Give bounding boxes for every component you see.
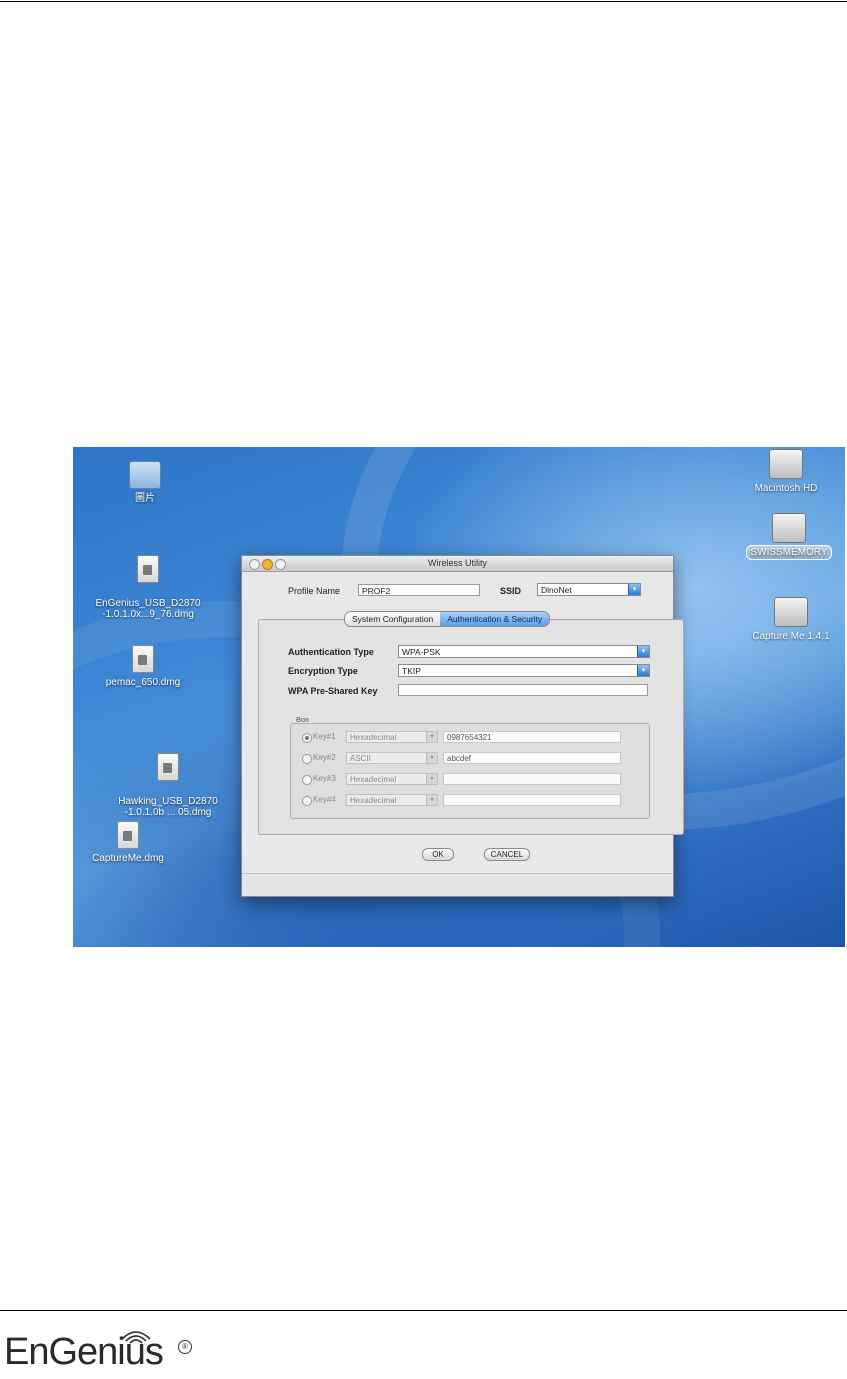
desktop-icon-pictures-folder[interactable]: 圖片 bbox=[125, 461, 165, 504]
desktop-icon-hawking-dmg[interactable]: Hawking_USB_D2870 -1.0.1.0b ... 05.dmg bbox=[103, 742, 233, 818]
wep-key-row-2: Key#2 ASCII ▾ abcdef bbox=[302, 752, 632, 766]
psk-field[interactable] bbox=[398, 684, 648, 696]
disk-image-icon bbox=[132, 645, 154, 673]
chevron-down-icon: ▾ bbox=[426, 753, 437, 763]
tab-bar: System Configuration Authentication & Se… bbox=[344, 611, 551, 627]
key-format-value: Hexadecimal bbox=[350, 775, 397, 784]
key-format-value: Hexadecimal bbox=[350, 796, 397, 805]
mac-desktop-screenshot: 圖片 EnGenius_USB_D2870 -1.0.1.0x...9_76.d… bbox=[73, 447, 845, 947]
wep-key-row-1: Key#1 Hexadecimal ▾ 0987654321 bbox=[302, 731, 632, 745]
chevron-down-icon: ▾ bbox=[426, 795, 437, 805]
key-radio-button[interactable] bbox=[302, 733, 312, 743]
desktop-icon-captureme-dmg[interactable]: CaptureMe.dmg bbox=[78, 821, 178, 864]
key-value-field[interactable]: 0987654321 bbox=[443, 731, 621, 743]
psk-label: WPA Pre-Shared Key bbox=[288, 686, 378, 696]
key-value-field[interactable] bbox=[443, 773, 621, 785]
profile-name-field[interactable]: PROF2 bbox=[358, 584, 480, 596]
desktop-icon-label: CaptureMe.dmg bbox=[92, 853, 164, 864]
key-format-dropdown[interactable]: Hexadecimal ▾ bbox=[346, 731, 438, 743]
desktop-icon-label: EnGenius_USB_D2870 -1.0.1.0x...9_76.dmg bbox=[95, 598, 201, 620]
key-name: Key#3 bbox=[313, 774, 336, 783]
key-radio-button[interactable] bbox=[302, 796, 312, 806]
key-radio-button[interactable] bbox=[302, 775, 312, 785]
desktop-icon-label: Capture Me 1.4.1 bbox=[752, 631, 830, 642]
wep-key-row-3: Key#3 Hexadecimal ▾ bbox=[302, 773, 632, 787]
window-titlebar[interactable]: Wireless Utility bbox=[242, 556, 673, 572]
desktop-icon-pemac-dmg[interactable]: pemac_650.dmg bbox=[93, 645, 193, 688]
registered-mark: ® bbox=[178, 1340, 192, 1354]
zoom-window-button[interactable] bbox=[275, 559, 286, 570]
desktop-icon-label: 圖片 bbox=[135, 493, 155, 504]
cancel-button[interactable]: CANCEL bbox=[484, 848, 530, 861]
key-format-dropdown[interactable]: Hexadecimal ▾ bbox=[346, 773, 438, 785]
tab-system-configuration[interactable]: System Configuration bbox=[345, 612, 441, 626]
profile-name-label: Profile Name bbox=[288, 586, 341, 596]
mounted-volume-icon bbox=[774, 597, 808, 627]
usb-drive-icon bbox=[772, 513, 806, 543]
key-radio-button[interactable] bbox=[302, 754, 312, 764]
key-format-dropdown[interactable]: ASCII ▾ bbox=[346, 752, 438, 764]
footer-rule bbox=[0, 1310, 847, 1311]
disk-image-icon bbox=[157, 753, 179, 781]
desktop-icon-label: pemac_650.dmg bbox=[105, 677, 181, 688]
desktop-icon-label: Hawking_USB_D2870 -1.0.1.0b ... 05.dmg bbox=[118, 796, 218, 818]
encryption-type-label: Encryption Type bbox=[288, 666, 358, 676]
key-name: Key#2 bbox=[313, 753, 336, 762]
ssid-label: SSID bbox=[500, 586, 522, 596]
chevron-down-icon: ▾ bbox=[426, 732, 437, 742]
folder-icon bbox=[129, 461, 161, 489]
key-format-value: ASCII bbox=[350, 754, 371, 763]
auth-type-dropdown[interactable]: WPA-PSK ▾ bbox=[398, 645, 650, 658]
top-rule bbox=[0, 1, 847, 2]
encryption-type-dropdown[interactable]: TKIP ▾ bbox=[398, 664, 650, 677]
wep-key-row-4: Key#4 Hexadecimal ▾ bbox=[302, 794, 632, 808]
tab-authentication-security[interactable]: Authentication & Security bbox=[440, 612, 550, 626]
chevron-down-icon: ▾ bbox=[637, 646, 649, 657]
desktop-icon-capture-me-volume[interactable]: Capture Me 1.4.1 bbox=[741, 597, 841, 642]
desktop-icon-engenius-dmg[interactable]: EnGenius_USB_D2870 -1.0.1.0x...9_76.dmg bbox=[83, 544, 213, 620]
auth-type-value: WPA-PSK bbox=[402, 647, 441, 657]
ssid-value: DlnoNet bbox=[541, 585, 572, 595]
chevron-down-icon: ▾ bbox=[637, 665, 649, 676]
desktop-icon-label: SWISSMEMORY bbox=[746, 545, 832, 560]
hard-drive-icon bbox=[769, 449, 803, 479]
ok-button[interactable]: OK bbox=[422, 848, 454, 861]
window-bottom-strip bbox=[242, 873, 673, 896]
key-format-value: Hexadecimal bbox=[350, 733, 397, 742]
desktop-icon-swissmemory[interactable]: SWISSMEMORY bbox=[741, 513, 837, 560]
engenius-logo: EnGenius bbox=[4, 1331, 164, 1373]
wireless-utility-window: Wireless Utility Profile Name PROF2 SSID… bbox=[241, 555, 684, 897]
window-title: Wireless Utility bbox=[427, 558, 487, 568]
key-value-field[interactable]: abcdef bbox=[443, 752, 621, 764]
disk-image-icon bbox=[137, 555, 159, 583]
encryption-type-value: TKIP bbox=[402, 666, 421, 676]
desktop-icon-macintosh-hd[interactable]: Macintosh HD bbox=[741, 449, 831, 494]
auth-type-label: Authentication Type bbox=[288, 647, 374, 657]
key-format-dropdown[interactable]: Hexadecimal ▾ bbox=[346, 794, 438, 806]
key-name: Key#4 bbox=[313, 795, 336, 804]
disk-image-icon bbox=[117, 821, 139, 849]
chevron-down-icon: ▾ bbox=[628, 584, 640, 595]
key-value-field[interactable] bbox=[443, 794, 621, 806]
key-name: Key#1 bbox=[313, 732, 336, 741]
chevron-down-icon: ▾ bbox=[426, 774, 437, 784]
desktop-icon-label: Macintosh HD bbox=[754, 483, 818, 494]
ssid-dropdown[interactable]: DlnoNet ▾ bbox=[537, 583, 641, 596]
close-window-button[interactable] bbox=[249, 559, 260, 570]
minimize-window-button[interactable] bbox=[262, 559, 273, 570]
